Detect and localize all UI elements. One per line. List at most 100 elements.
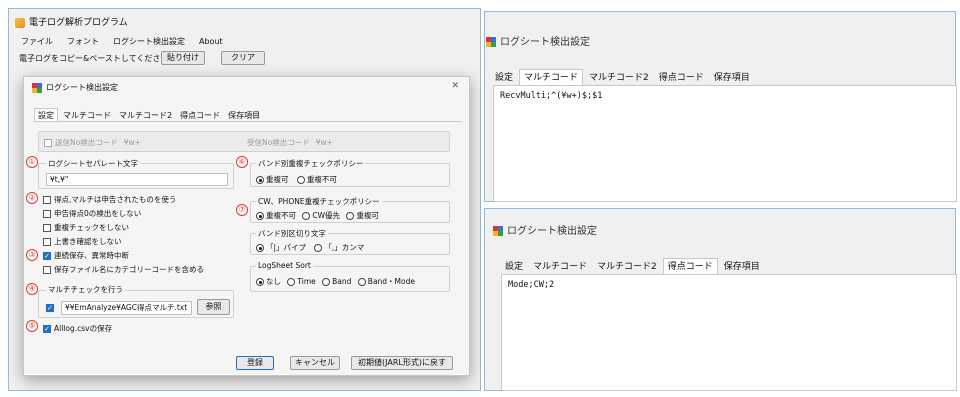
radio-label: 重複不可 — [306, 175, 337, 184]
checkbox-row-use-declared[interactable]: 得点,マルチは申告されたものを使う — [43, 195, 176, 205]
marker-2: ② — [26, 192, 38, 204]
menu-logsheet-settings[interactable]: ログシート検出設定 — [113, 37, 185, 46]
checkbox-row-no-dup[interactable]: 重複チェックをしない — [43, 223, 129, 233]
radio-label: 重複不可 — [266, 211, 296, 220]
paste-prompt: 電子ログをコピー&ペーストしてください — [19, 54, 169, 63]
multi-file-input[interactable]: ¥¥EmAnalyze¥AGC得点マルチ.txt — [61, 301, 192, 315]
sort-radio-3[interactable] — [357, 278, 366, 286]
send-no-checkbox[interactable] — [44, 139, 52, 147]
marker-3: ③ — [26, 249, 38, 261]
checkbox-label: 上書き確認をしない — [54, 237, 122, 246]
band-dup-radio-0[interactable] — [256, 176, 264, 184]
tab-score-code[interactable]: 得点コード — [662, 258, 718, 274]
separator-group-title: ログシートセパレート文字 — [46, 158, 140, 169]
checkbox-row-no-zero[interactable]: 申告得点0の検出をしない — [43, 209, 141, 219]
checkbox-row-no-overwrite[interactable]: 上書き確認をしない — [43, 237, 122, 247]
category-in-name-checkbox[interactable] — [43, 266, 51, 274]
score-code-panel: ログシート検出設定 設定 マルチコード マルチコード2 得点コード 保存項目 Mode;… — [484, 208, 957, 391]
paste-button[interactable]: 貼り付け — [161, 51, 205, 65]
band-sep-radio-1[interactable] — [314, 244, 323, 252]
register-button[interactable]: 登録 — [236, 356, 274, 370]
panel-icon — [493, 226, 503, 236]
alllog-label: Alllog.csvの保存 — [54, 324, 113, 333]
no-zero-checkbox[interactable] — [43, 210, 51, 218]
multi-check-row: ✓ — [46, 303, 57, 313]
menu-file[interactable]: ファイル — [21, 37, 53, 46]
multi-code-textarea[interactable]: RecvMulti;^(¥w+)$;$1 — [493, 85, 957, 202]
band-sep-options: 「|」パイプ 「,」カンマ — [256, 243, 364, 253]
send-no-value: ¥w+ — [123, 138, 141, 147]
tab-settings[interactable]: 設定 — [501, 259, 527, 275]
sort-options: なし Time Band Band・Mode — [256, 277, 415, 287]
menu-about[interactable]: About — [199, 37, 223, 46]
tab-multi-code[interactable]: マルチコード — [529, 259, 591, 275]
marker-4: ④ — [26, 283, 38, 295]
panel-icon — [486, 37, 496, 47]
tab-save-items[interactable]: 保存項目 — [710, 70, 754, 86]
marker-6: ⑥ — [236, 156, 248, 168]
no-dup-checkbox[interactable] — [43, 224, 51, 232]
radio-label: CW優先 — [312, 211, 341, 220]
multi-code-panel: ログシート検出設定 設定 マルチコード マルチコード2 得点コード 保存項目 RecvM… — [484, 11, 957, 202]
clear-button[interactable]: クリア — [221, 51, 265, 65]
dialog-icon — [32, 82, 42, 93]
recv-no-row: 受信No検出コード ¥w+ — [247, 138, 333, 148]
alllog-checkbox[interactable]: ✓ — [43, 325, 51, 333]
tab-score-code[interactable]: 得点コード — [655, 70, 708, 86]
use-declared-checkbox[interactable] — [43, 196, 51, 204]
close-icon[interactable]: ✕ — [451, 81, 459, 91]
cw-phone-radio-2[interactable] — [346, 212, 355, 220]
reset-button[interactable]: 初期値(JARL形式)に戻す — [351, 356, 453, 370]
tab-settings[interactable]: 設定 — [34, 108, 58, 121]
recv-no-label: 受信No検出コード — [247, 138, 310, 147]
radio-label: なし — [266, 277, 281, 286]
cw-phone-options: 重複不可 CW優先 重複可 — [256, 211, 379, 221]
panel-title-bar: ログシート検出設定 — [493, 222, 597, 237]
app-title: 電子ログ解析プログラム — [29, 18, 128, 28]
continuous-save-checkbox[interactable]: ✓ — [43, 252, 51, 260]
alllog-row[interactable]: ✓ Alllog.csvの保存 — [43, 324, 112, 334]
multi-check-checkbox[interactable]: ✓ — [46, 304, 54, 312]
checkbox-label: 連続保存、異常時中断 — [54, 251, 129, 260]
tab-multi-code[interactable]: マルチコード — [519, 69, 584, 85]
cw-phone-radio-0[interactable] — [256, 212, 264, 220]
band-sep-radio-0[interactable] — [256, 244, 264, 252]
radio-label: 「,」カンマ — [324, 243, 365, 252]
dialog-title-bar: ログシート検出設定 — [32, 82, 118, 93]
tab-multi-code-2[interactable]: マルチコード2 — [593, 259, 661, 275]
band-sep-group-title: バンド別区切り文字 — [256, 228, 328, 239]
marker-5: ⑤ — [26, 320, 38, 332]
tab-settings[interactable]: 設定 — [491, 70, 517, 86]
tab-multi-code-2[interactable]: マルチコード2 — [585, 70, 653, 86]
settings-dialog: ログシート検出設定 ✕ 設定 マルチコード マルチコード2 得点コード 保存項目 送信N… — [23, 76, 470, 376]
menu-font[interactable]: フォント — [67, 37, 99, 46]
panel-title-bar: ログシート検出設定 — [486, 33, 590, 48]
sort-radio-2[interactable] — [322, 278, 331, 286]
separator-input[interactable]: ¥t,¥" — [46, 173, 228, 186]
send-no-row: 送信No検出コード ¥w+ — [44, 138, 141, 148]
sort-radio-1[interactable] — [287, 278, 296, 286]
sort-radio-0[interactable] — [256, 278, 264, 286]
tab-save-items[interactable]: 保存項目 — [720, 259, 764, 275]
panel-tabs: 設定 マルチコード マルチコード2 得点コード 保存項目 — [491, 69, 756, 86]
checkbox-label: 得点,マルチは申告されたものを使う — [54, 195, 177, 204]
cw-phone-radio-1[interactable] — [302, 212, 311, 220]
send-no-label: 送信No検出コード — [55, 138, 118, 147]
checkbox-label: 保存ファイル名にカテゴリーコードを含める — [54, 265, 204, 274]
checkbox-label: 重複チェックをしない — [54, 223, 129, 232]
band-dup-radio-1[interactable] — [296, 176, 305, 184]
radio-label: 重複可 — [266, 175, 289, 184]
radio-label: Time — [297, 277, 316, 286]
radio-label: 「|」パイプ — [266, 243, 307, 252]
band-dup-group-title: バンド別重複チェックポリシー — [256, 158, 366, 169]
band-dup-options: 重複可 重複不可 — [256, 175, 337, 185]
panel-title: ログシート検出設定 — [500, 37, 590, 48]
radio-label: Band — [332, 277, 352, 286]
dialog-title: ログシート検出設定 — [46, 83, 118, 92]
no-overwrite-checkbox[interactable] — [43, 238, 51, 246]
score-code-textarea[interactable]: Mode;CW;2 — [501, 274, 957, 391]
cancel-button[interactable]: キャンセル — [290, 356, 340, 370]
checkbox-row-continuous-save[interactable]: ✓ 連続保存、異常時中断 — [43, 251, 129, 261]
checkbox-row-category-in-name[interactable]: 保存ファイル名にカテゴリーコードを含める — [43, 265, 204, 275]
browse-button[interactable]: 参照 — [197, 299, 230, 315]
